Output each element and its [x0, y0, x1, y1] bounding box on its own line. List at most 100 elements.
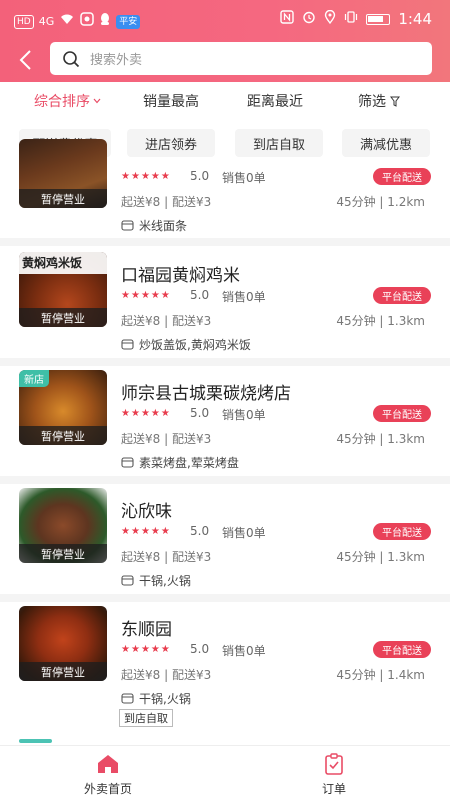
- shop-icon: [121, 220, 134, 231]
- shop-item[interactable]: 暂停营业 沁欣味 ★ ★ ★ ★ ★ 5.0 销售0单 平台配送 起送¥8 | 配送¥3…: [0, 482, 450, 592]
- paused-badge: 暂停营业: [19, 308, 107, 327]
- vibrate-icon: [344, 10, 358, 28]
- category-text: 素菜烤盘,荤菜烤盘: [139, 456, 239, 470]
- delivery-fee: 起送¥8 | 配送¥3: [121, 314, 212, 328]
- shop-category: 干锅,火锅: [121, 572, 191, 589]
- bottom-nav: 外卖首页 订单: [0, 745, 450, 800]
- shop-name: 沁欣味: [121, 502, 172, 522]
- delivery-fee: 起送¥8 | 配送¥3: [121, 550, 212, 564]
- shop-icon: [121, 457, 134, 468]
- distance-time: 45分钟 | 1.3km: [336, 314, 425, 328]
- shop-category: 米线面条: [121, 217, 187, 234]
- delivery-fee: 起送¥8 | 配送¥3: [121, 668, 212, 682]
- sort-comprehensive[interactable]: 综合排序: [34, 91, 101, 111]
- distance-time: 45分钟 | 1.4km: [336, 668, 425, 682]
- nav-home[interactable]: 外卖首页: [84, 752, 132, 797]
- shop-thumbnail: 黄焖鸡米饭 暂停营业: [19, 252, 107, 327]
- status-right: 1:44: [280, 9, 432, 28]
- new-store-tag: 新店: [19, 370, 49, 387]
- self-pickup-tag: 到店自取: [119, 709, 173, 727]
- shop-item[interactable]: 黄焖鸡米饭 暂停营业 口福园黄焖鸡米 ★ ★ ★ ★ ★ 5.0 销售0单 平台配送 起…: [0, 246, 450, 356]
- nfc-icon: [280, 10, 295, 28]
- wifi-icon: [59, 13, 75, 30]
- shop-item[interactable]: 暂停营业 东顺园 ★ ★ ★ ★ ★ 5.0 销售0单 平台配送 起送¥8 | 配送¥3…: [0, 600, 450, 735]
- filter-icon: [390, 96, 400, 107]
- sort-bar: 综合排序 销量最高 距离最近 筛选: [0, 82, 450, 120]
- search-icon: [63, 50, 80, 67]
- star-rating: ★ ★ ★ ★ ★: [121, 408, 170, 419]
- status-bar: HD 4G 平安 1:44: [0, 8, 450, 34]
- distance-time: 45分钟 | 1.2km: [336, 195, 425, 209]
- hd-indicator: HD: [14, 14, 34, 29]
- chip-full-reduction[interactable]: 满减优惠: [342, 129, 430, 157]
- distance-time: 45分钟 | 1.3km: [336, 550, 425, 564]
- star-rating: ★ ★ ★ ★ ★: [121, 171, 170, 182]
- alarm-icon: [302, 10, 316, 28]
- chevron-down-icon: [93, 98, 101, 104]
- delivery-fee: 起送¥8 | 配送¥3: [121, 432, 212, 446]
- shop-category: 干锅,火锅: [121, 690, 191, 707]
- sort-sales-label: 销量最高: [143, 94, 199, 110]
- sales-count: 销售0单: [222, 408, 266, 422]
- shop-icon: [121, 339, 134, 350]
- shop-name: 师宗县古城栗碳烧烤店: [121, 384, 291, 404]
- shop-icon: [121, 693, 134, 704]
- notification-icon: [80, 12, 94, 31]
- qq-icon: [99, 12, 111, 31]
- nav-home-label: 外卖首页: [84, 782, 133, 796]
- signal-indicator: 4G: [38, 14, 55, 28]
- category-text: 干锅,火锅: [139, 692, 191, 706]
- paused-badge: 暂停营业: [19, 662, 107, 681]
- sort-distance[interactable]: 距离最近: [247, 91, 303, 111]
- platform-delivery-badge: 平台配送: [373, 168, 431, 185]
- sales-count: 销售0单: [222, 290, 266, 304]
- battery-icon: [366, 13, 391, 25]
- chip-self-pickup[interactable]: 到店自取: [235, 129, 323, 157]
- rating-value: 5.0: [190, 524, 210, 538]
- status-time: 1:44: [398, 10, 432, 28]
- shop-item[interactable]: 暂停营业 ★ ★ ★ ★ ★ 5.0 销售0单 平台配送 起送¥8 | 配送¥3 45分…: [0, 139, 450, 240]
- category-text: 炒饭盖饭,黄焖鸡米饭: [139, 338, 251, 352]
- nav-orders-label: 订单: [322, 782, 347, 796]
- shop-thumbnail: 暂停营业: [19, 606, 107, 681]
- search-placeholder: 搜索外卖: [90, 53, 143, 68]
- sort-distance-label: 距离最近: [247, 94, 303, 110]
- shop-name: 东顺园: [121, 620, 172, 640]
- rating-value: 5.0: [190, 642, 210, 656]
- sort-comprehensive-label: 综合排序: [34, 94, 90, 110]
- star-rating: ★ ★ ★ ★ ★: [121, 290, 170, 301]
- distance-time: 45分钟 | 1.3km: [336, 432, 425, 446]
- platform-delivery-badge: 平台配送: [373, 523, 431, 540]
- category-text: 干锅,火锅: [139, 574, 191, 588]
- sort-filter[interactable]: 筛选: [358, 91, 400, 111]
- back-button[interactable]: [12, 46, 38, 74]
- paused-badge: 暂停营业: [19, 544, 107, 563]
- shop-thumbnail: 暂停营业: [19, 139, 107, 208]
- rating-value: 5.0: [190, 406, 210, 420]
- star-rating: ★ ★ ★ ★ ★: [121, 526, 170, 537]
- shop-thumbnail: 暂停营业: [19, 488, 107, 563]
- shop-category: 炒饭盖饭,黄焖鸡米饭: [121, 336, 251, 353]
- platform-delivery-badge: 平台配送: [373, 287, 431, 304]
- sort-sales[interactable]: 销量最高: [143, 91, 199, 111]
- shop-icon: [121, 575, 134, 586]
- platform-delivery-badge: 平台配送: [373, 641, 431, 658]
- delivery-fee: 起送¥8 | 配送¥3: [121, 195, 212, 209]
- sales-count: 销售0单: [222, 644, 266, 658]
- order-icon: [325, 753, 343, 775]
- app-badge: 平安: [116, 14, 141, 29]
- thumbnail-caption: 黄焖鸡米饭: [19, 252, 107, 274]
- sales-count: 销售0单: [222, 526, 266, 540]
- app-header: HD 4G 平安 1:44 搜索外卖: [0, 0, 450, 82]
- rating-value: 5.0: [190, 288, 210, 302]
- search-input[interactable]: 搜索外卖: [50, 42, 432, 75]
- platform-delivery-badge: 平台配送: [373, 405, 431, 422]
- shop-item[interactable]: 新店 暂停营业 师宗县古城栗碳烧烤店 ★ ★ ★ ★ ★ 5.0 销售0单 平台配送 起…: [0, 364, 450, 474]
- shop-category: 素菜烤盘,荤菜烤盘: [121, 454, 239, 471]
- chip-store-coupon[interactable]: 进店领券: [127, 129, 215, 157]
- chevron-left-icon: [19, 50, 31, 70]
- nav-orders[interactable]: 订单: [322, 752, 346, 797]
- sort-filter-label: 筛选: [358, 94, 386, 110]
- category-text: 米线面条: [139, 219, 188, 233]
- next-item-new-tag-peek: [19, 739, 52, 743]
